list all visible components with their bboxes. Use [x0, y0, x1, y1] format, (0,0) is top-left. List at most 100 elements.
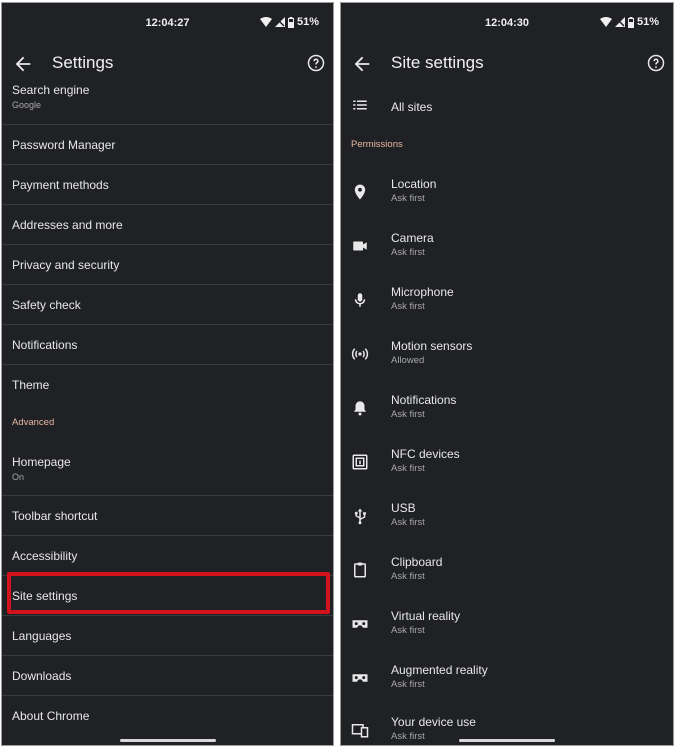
gesture-bar [459, 739, 555, 742]
permission-location[interactable]: Location Ask first [341, 171, 673, 223]
nfc-icon [352, 454, 368, 470]
permission-status: Ask first [391, 731, 425, 742]
wifi-icon [599, 17, 612, 27]
settings-item-label: Search engine [12, 83, 90, 97]
permission-status: Ask first [391, 517, 425, 528]
permission-label: Virtual reality [391, 609, 461, 623]
battery-icon [627, 16, 634, 28]
status-icons: 51% [599, 16, 659, 28]
page-title: Settings [52, 53, 114, 72]
wifi-icon [259, 17, 272, 27]
settings-item-label: Toolbar shortcut [12, 509, 98, 523]
app-bar: Settings [2, 48, 333, 82]
ar-headset-icon [352, 674, 368, 682]
motion-sensor-icon [351, 348, 369, 360]
permission-label: Your device use [391, 715, 476, 729]
permission-status: Ask first [391, 193, 425, 204]
permission-nfc-devices[interactable]: NFC devices Ask first [341, 441, 673, 493]
permission-status: Ask first [391, 247, 425, 258]
help-icon[interactable] [307, 54, 325, 72]
permission-label: Microphone [391, 285, 454, 299]
permission-label: NFC devices [391, 447, 460, 461]
permission-status: Ask first [391, 409, 425, 420]
permission-motion-sensors[interactable]: Motion sensors Allowed [341, 333, 673, 385]
settings-item-label: Downloads [12, 669, 72, 683]
permission-camera[interactable]: Camera Ask first [341, 225, 673, 277]
status-icons: 51% [259, 16, 319, 28]
vr-headset-icon [352, 620, 368, 628]
permission-label: Location [391, 177, 437, 191]
permission-status: Ask first [391, 679, 425, 690]
help-icon[interactable] [647, 54, 665, 72]
settings-item-label: Safety check [12, 298, 81, 312]
battery-percent: 51% [296, 16, 319, 28]
settings-item-label: Notifications [12, 338, 78, 352]
settings-item-label: Theme [12, 378, 50, 392]
permission-label: USB [391, 501, 416, 515]
permission-status: Allowed [391, 355, 425, 366]
gesture-bar [119, 739, 216, 742]
microphone-icon [354, 293, 366, 307]
section-header-permissions: Permissions [351, 139, 403, 150]
settings-item-about-chrome[interactable]: About Chrome [2, 696, 333, 736]
camera-icon [353, 241, 367, 251]
back-arrow-icon[interactable] [351, 53, 373, 75]
settings-item-addresses[interactable]: Addresses and more [2, 205, 333, 245]
permission-label: Motion sensors [391, 339, 473, 353]
permission-status: Ask first [391, 301, 425, 312]
all-sites-label: All sites [391, 100, 433, 114]
signal-icon [274, 17, 285, 27]
settings-item-safety-check[interactable]: Safety check [2, 285, 333, 325]
settings-item-notifications[interactable]: Notifications [2, 325, 333, 365]
settings-item-label: Accessibility [12, 549, 78, 563]
settings-item-label: About Chrome [12, 709, 90, 723]
permission-label: Camera [391, 231, 434, 245]
signal-icon [614, 17, 625, 27]
permission-label: Augmented reality [391, 663, 488, 677]
permission-microphone[interactable]: Microphone Ask first [341, 279, 673, 331]
settings-screen: 12:04:27 51% Settings Search engine Goog… [1, 2, 334, 746]
site-settings-screen: 12:04:30 51% Site settings All sites Per… [340, 2, 674, 746]
permission-virtual-reality[interactable]: Virtual reality Ask first [341, 603, 673, 655]
settings-item-label: Password Manager [12, 138, 116, 152]
device-use-icon [351, 724, 369, 738]
settings-item-label: Addresses and more [12, 218, 123, 232]
page-title: Site settings [391, 53, 484, 72]
site-settings-all-sites[interactable]: All sites [341, 87, 673, 127]
clipboard-icon [354, 562, 366, 578]
permission-clipboard[interactable]: Clipboard Ask first [341, 549, 673, 601]
settings-item-accessibility[interactable]: Accessibility [2, 536, 333, 576]
settings-item-label: Languages [12, 629, 72, 643]
usb-icon [354, 508, 366, 525]
settings-item-label: Privacy and security [12, 258, 120, 272]
permission-status: Ask first [391, 625, 425, 636]
app-bar: Site settings [341, 48, 673, 82]
location-pin-icon [354, 184, 366, 200]
settings-item-value: Google [12, 100, 42, 110]
permission-augmented-reality[interactable]: Augmented reality Ask first [341, 657, 673, 709]
settings-item-privacy[interactable]: Privacy and security [2, 245, 333, 285]
section-header-advanced: Advanced [12, 417, 55, 428]
settings-item-payment-methods[interactable]: Payment methods [2, 165, 333, 205]
settings-item-toolbar-shortcut[interactable]: Toolbar shortcut [2, 496, 333, 536]
permission-notifications[interactable]: Notifications Ask first [341, 387, 673, 439]
settings-item-downloads[interactable]: Downloads [2, 656, 333, 696]
settings-item-languages[interactable]: Languages [2, 616, 333, 656]
settings-item-homepage[interactable]: Homepage On [2, 446, 333, 496]
settings-item-label: Payment methods [12, 178, 109, 192]
permission-label: Clipboard [391, 555, 443, 569]
back-arrow-icon[interactable] [12, 53, 34, 75]
list-icon [353, 100, 367, 110]
bell-icon [354, 401, 366, 416]
status-bar: 12:04:27 51% [2, 11, 333, 35]
settings-item-value: On [12, 472, 25, 482]
permission-status: Ask first [391, 571, 425, 582]
status-bar: 12:04:30 51% [341, 11, 673, 35]
settings-item-search-engine[interactable]: Search engine Google [2, 83, 333, 125]
permission-status: Ask first [391, 463, 425, 474]
settings-item-label: Homepage [12, 455, 71, 469]
battery-icon [287, 16, 294, 28]
settings-item-password-manager[interactable]: Password Manager [2, 125, 333, 165]
permission-usb[interactable]: USB Ask first [341, 495, 673, 547]
settings-item-theme[interactable]: Theme [2, 365, 333, 405]
